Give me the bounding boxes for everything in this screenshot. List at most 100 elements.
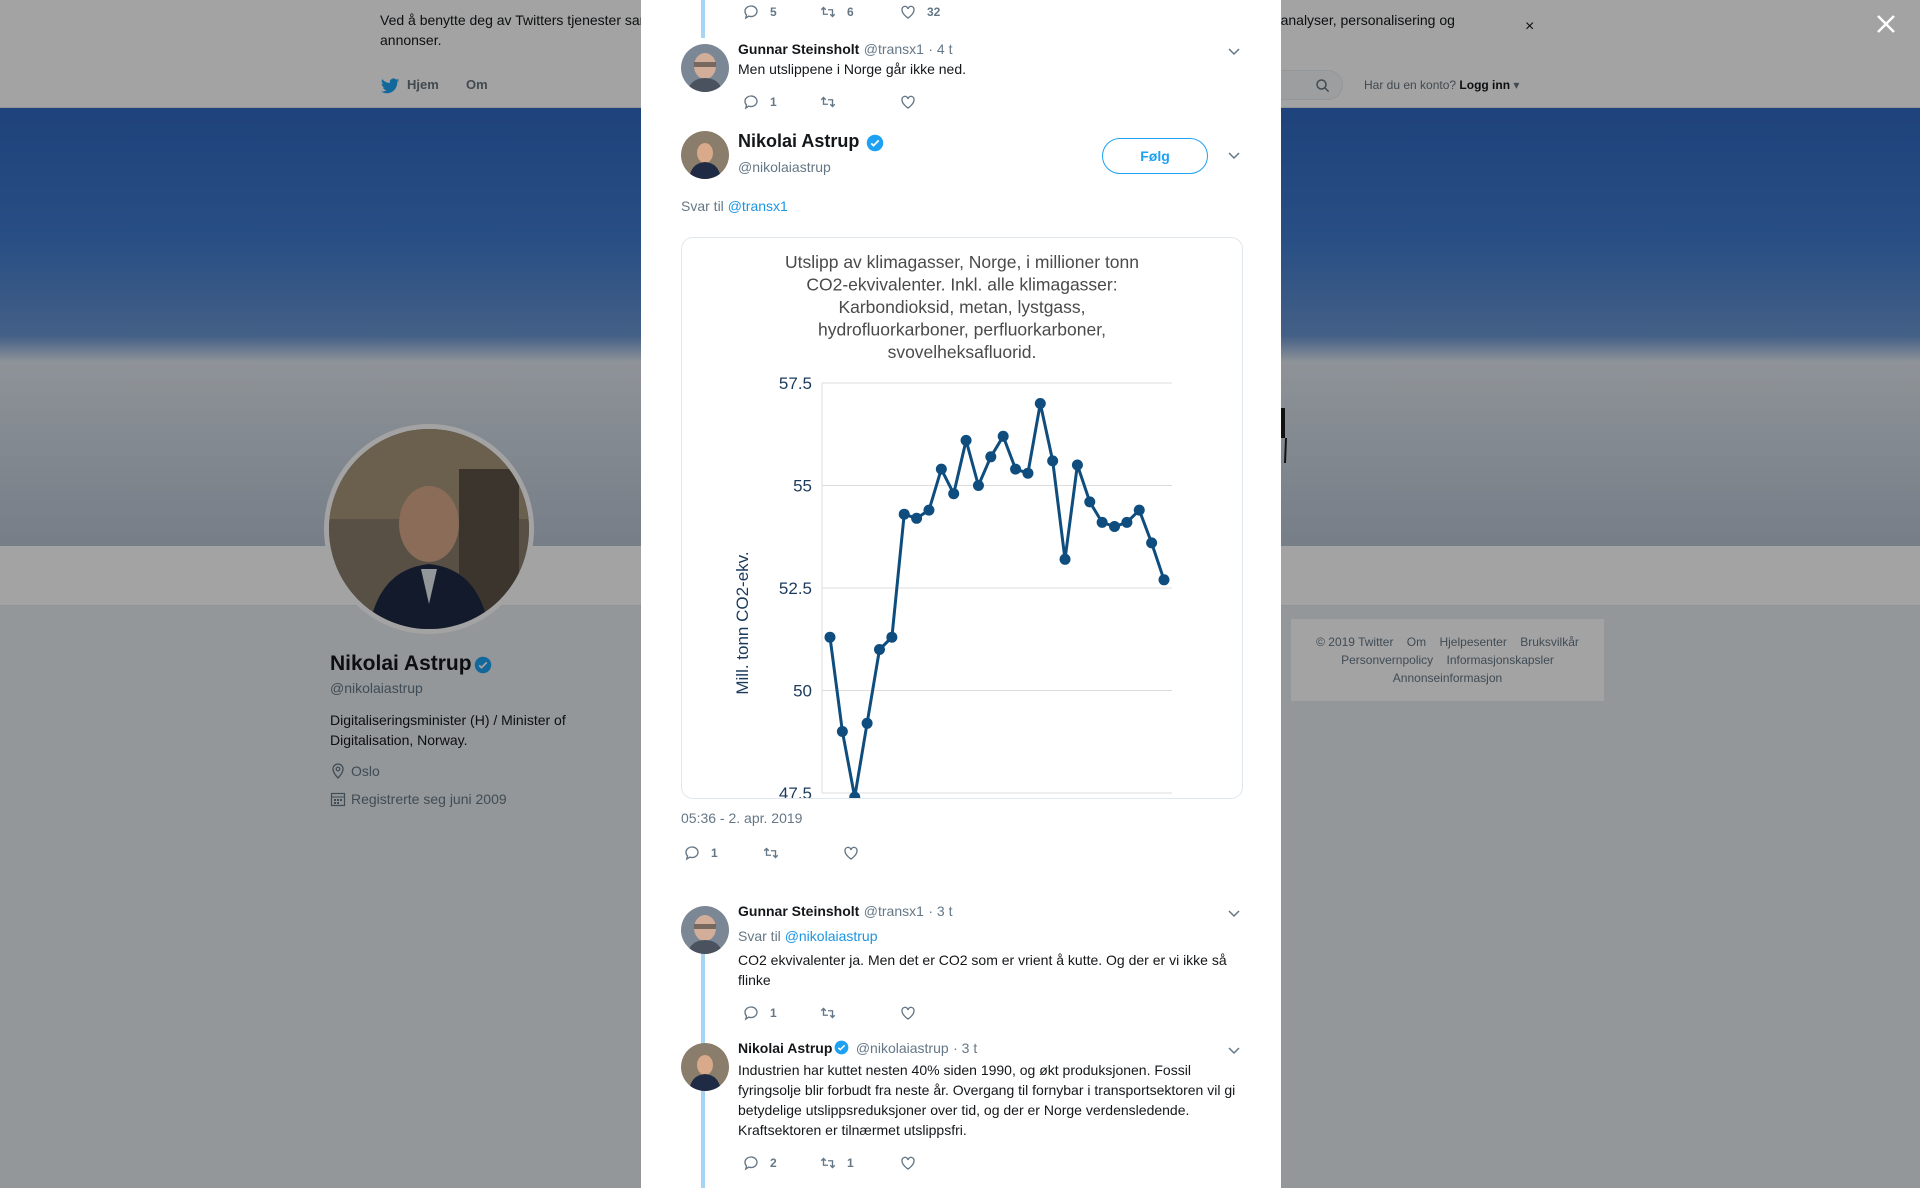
chart-point [948,488,960,500]
reply-action[interactable]: 5 [742,3,777,21]
reply-to-link[interactable]: @nikolaiastrup [785,928,878,944]
retweet-action[interactable] [762,844,790,862]
reply-action[interactable]: 1 [683,844,718,862]
author-name[interactable]: Gunnar Steinsholt [738,903,859,919]
tweet-time[interactable]: · 3 t [953,1040,977,1056]
like-action[interactable] [899,1004,927,1022]
author-name[interactable]: Nikolai Astrup [738,131,859,152]
chart-point [1034,398,1046,409]
reply-action[interactable]: 2 [742,1154,777,1172]
retweet-icon [820,6,836,18]
chart-point [1059,553,1071,565]
chart-point [861,717,873,729]
chart-point [1047,455,1059,467]
reply-icon [685,846,699,861]
retweet-action[interactable] [819,1004,847,1022]
chart-point [1133,504,1145,516]
tweet-time[interactable]: · 3 t [928,903,952,919]
author-handle[interactable]: @nikolaiastrup [738,159,831,175]
reply-context: Svar til @transx1 [681,198,788,214]
chart-title-line: hydrofluorkarboner, perfluorkarboner, [818,320,1106,340]
like-action[interactable] [899,93,927,111]
retweet-icon [820,96,836,108]
tweet-text: Industrien har kuttet nesten 40% siden 1… [738,1062,1236,1138]
heart-icon [901,5,915,19]
like-action[interactable] [899,1154,927,1172]
heart-icon [901,1156,915,1170]
chart-title-line: Utslipp av klimagasser, Norge, i million… [785,252,1139,272]
chart-y-tick-label: 57.5 [779,374,812,393]
reply-icon [744,1156,758,1171]
reply-icon [744,95,758,110]
chart-point [960,434,972,446]
tweet-time[interactable]: · 4 t [928,41,952,57]
chart-y-axis-label: Mill. tonn CO2-ekv. [733,551,752,694]
chart-point [911,512,923,524]
chart-point [972,480,984,491]
reply-count: 1 [770,95,777,109]
chart-point [1096,516,1108,528]
chevron-down-icon[interactable] [1227,906,1241,920]
avatar[interactable] [681,1043,729,1091]
chart-title: Utslipp av klimagasser, Norge, i million… [785,252,1139,362]
like-action[interactable]: 32 [899,3,940,21]
reply-count: 1 [711,846,718,860]
like-action[interactable] [842,844,870,862]
chevron-down-icon[interactable] [1227,44,1241,58]
chart-point [997,430,1009,442]
chart-point [1084,496,1096,508]
tweet-header: Nikolai Astrup @nikolaiastrup · 3 t [738,1040,977,1058]
chart-y-ticks: 57.5 55 52.5 50 47.5 [779,374,812,798]
retweet-icon [820,1157,836,1169]
avatar[interactable] [681,131,729,179]
chart-y-tick-label: 50 [793,682,812,701]
reply-count: 5 [770,5,777,19]
heart-icon [901,95,915,109]
retweet-count: 1 [847,1156,854,1170]
reply-action[interactable]: 1 [742,93,777,111]
reply-to-link[interactable]: @transx1 [728,198,788,214]
chart-point [935,463,947,475]
chart-y-tick-label: 55 [793,477,812,496]
chart-point [873,644,885,655]
chart-point [1109,521,1121,532]
follow-button[interactable]: Følg [1102,138,1208,174]
chart-point [923,504,935,516]
chart-title-line: Karbondioksid, metan, lystgass, [838,297,1085,317]
avatar-photo [681,1043,729,1091]
author-name[interactable]: Gunnar Steinsholt [738,41,859,57]
reply-prefix: Svar til [681,198,724,214]
tweet-media-chart[interactable]: Utslipp av klimagasser, Norge, i million… [681,237,1243,799]
chevron-down-icon[interactable] [1227,1043,1241,1057]
chart-point [824,631,836,643]
retweet-icon [763,847,779,859]
tweet-header: Gunnar Steinsholt @transx1 · 3 t [738,903,953,921]
tweet-text: Men utslippene i Norge går ikke ned. [738,61,967,77]
author-handle[interactable]: @nikolaiastrup [856,1040,949,1056]
reply-count: 1 [770,1006,777,1020]
heart-icon [844,846,858,860]
chart-series-line [828,403,1166,798]
reply-action[interactable]: 1 [742,1004,777,1022]
retweet-action[interactable]: 6 [819,3,854,21]
author-name[interactable]: Nikolai Astrup [738,1040,832,1056]
author-handle[interactable]: @transx1 [864,41,924,57]
retweet-icon [820,1007,836,1019]
chart-title-line: svovelheksafluorid. [888,342,1037,362]
avatar[interactable] [681,906,729,954]
tweet-permalink-modal: 5 6 32 Gunnar Steinsholt @transx1 · 4 t … [641,0,1281,1188]
thread-line [701,0,705,38]
avatar[interactable] [681,44,729,92]
chevron-down-icon[interactable] [1227,148,1241,162]
avatar-photo [681,131,729,179]
emissions-line-chart: Utslipp av klimagasser, Norge, i million… [733,252,1172,798]
chart-point [1121,516,1133,528]
tweet-timestamp[interactable]: 05:36 - 2. apr. 2019 [681,810,802,826]
chart-point [1146,537,1158,549]
verified-badge-icon [835,1040,849,1055]
retweet-action[interactable]: 1 [819,1154,854,1172]
chart-point [985,451,997,463]
author-handle[interactable]: @transx1 [864,903,924,919]
retweet-action[interactable] [819,93,847,111]
close-icon[interactable] [1874,12,1898,36]
